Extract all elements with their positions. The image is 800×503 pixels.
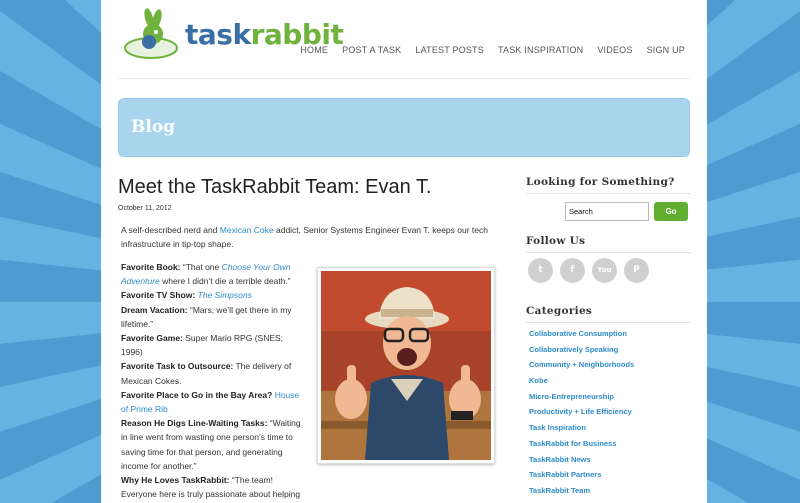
taskrabbit-logo[interactable]: taskrabbit [121,8,344,64]
category-link[interactable]: TaskRabbit News [529,455,634,471]
profile-photo [317,267,495,464]
fact-line-waiting: Reason He Digs Line-Waiting Tasks: “Wait… [121,418,301,471]
social-icons: t f You P [528,258,649,283]
nav-post-a-task[interactable]: POST A TASK [342,45,401,55]
fact-dream-vacation: Dream Vacation: “Mars, we’ll get there i… [121,304,292,329]
categories-list: Collaborative Consumption Collaborativel… [529,329,634,502]
header-divider [119,78,689,79]
category-link[interactable]: TaskRabbit Partners [529,470,634,486]
banner-title: Blog [131,117,176,137]
the-simpsons-link[interactable]: The Simpsons [198,290,252,300]
post-date: October 11, 2012 [118,205,172,212]
nav-latest-posts[interactable]: LATEST POSTS [415,45,484,55]
search-input[interactable]: Search [565,202,649,221]
youtube-icon[interactable]: You [592,258,617,283]
post-facts: Favorite Book: “That one Choose Your Own… [121,260,306,503]
blog-banner: Blog [118,98,690,157]
nav-videos[interactable]: VIDEOS [597,45,632,55]
categories-heading: Categories [526,305,691,323]
category-link[interactable]: Collaborative Consumption [529,329,634,345]
fact-favorite-place: Favorite Place to Go in the Bay Area? Ho… [121,389,300,415]
category-link[interactable]: Community + Neighborhoods [529,360,634,376]
person-photo-illustration [321,271,491,460]
post-title[interactable]: Meet the TaskRabbit Team: Evan T. [118,176,432,199]
follow-heading: Follow Us [526,235,691,253]
search-heading: Looking for Something? [526,176,691,194]
twitter-icon[interactable]: t [528,258,553,283]
mexican-coke-link[interactable]: Mexican Coke [220,225,274,235]
search-form: Search Go [565,202,688,221]
nav-home[interactable]: HOME [300,45,328,55]
facebook-icon[interactable]: f [560,258,585,283]
category-link[interactable]: TaskRabbit Team [529,486,634,502]
category-link[interactable]: Kobe [529,376,634,392]
nav-sign-up[interactable]: SIGN UP [647,45,685,55]
fact-favorite-book: Favorite Book: “That one Choose Your Own… [121,262,291,287]
pinterest-icon[interactable]: P [624,258,649,283]
rabbit-icon [124,8,178,59]
sidebar: Looking for Something? Search Go Follow … [526,176,691,495]
fact-favorite-game: Favorite Game: Super Mario RPG (SNES; 19… [121,333,284,358]
fact-favorite-task: Favorite Task to Outsource: The delivery… [121,361,292,386]
category-link[interactable]: TaskRabbit for Business [529,439,634,455]
main-nav: HOME POST A TASK LATEST POSTS TASK INSPI… [300,45,685,55]
category-link[interactable]: Micro-Entrepreneurship [529,392,634,408]
fact-favorite-tv: Favorite TV Show: The Simpsons [121,290,252,301]
fact-why-taskrabbit: Why He Loves TaskRabbit: “The team! Ever… [121,475,301,500]
search-go-button[interactable]: Go [654,202,688,221]
page-container: taskrabbit HOME POST A TASK LATEST POSTS… [101,0,707,503]
category-link[interactable]: Productivity + Life Efficiency [529,407,634,423]
post-intro: A self-described nerd and Mexican Coke a… [121,225,488,249]
category-link[interactable]: Collaboratively Speaking [529,345,634,361]
category-link[interactable]: Task Inspiration [529,423,634,439]
nav-task-inspiration[interactable]: TASK INSPIRATION [498,45,583,55]
